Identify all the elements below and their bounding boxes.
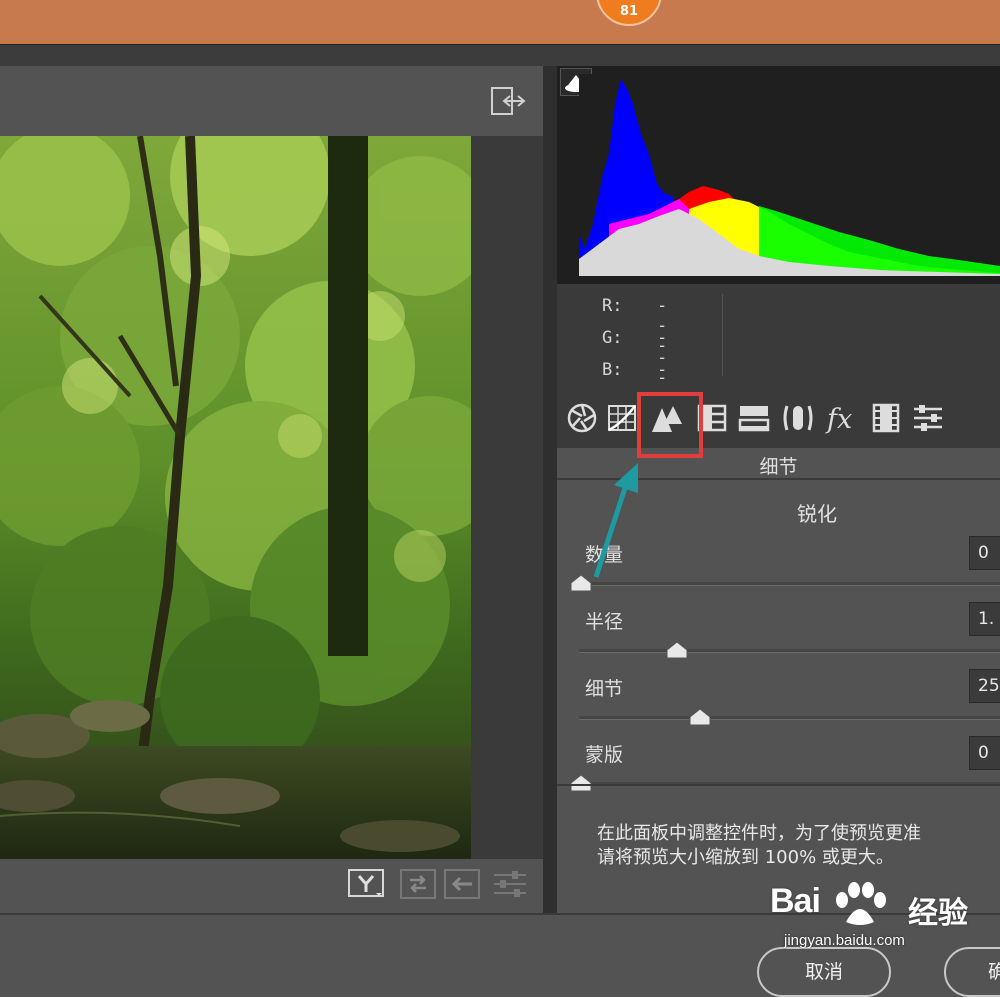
title-bar-shadow bbox=[0, 44, 1000, 67]
detail-slider[interactable] bbox=[579, 716, 1000, 720]
masking-slider-thumb[interactable] bbox=[570, 774, 592, 792]
note-divider bbox=[557, 784, 1000, 786]
detail-slider-thumb[interactable] bbox=[689, 708, 711, 726]
readout-b: B:--- bbox=[602, 360, 668, 420]
copy-icon[interactable] bbox=[444, 869, 480, 899]
detail-label: 细节 bbox=[585, 678, 624, 700]
zoom-hint: 在此面板中调整控件时，为了使预览更准 请将预览大小缩放到 100% 或更大。 bbox=[597, 822, 1000, 870]
radius-slider[interactable] bbox=[579, 649, 1000, 653]
readout-r: R: --- bbox=[602, 296, 668, 356]
presets-icon[interactable] bbox=[911, 402, 945, 434]
toggle-view-icon[interactable] bbox=[490, 86, 528, 116]
preview-panel bbox=[0, 66, 543, 913]
panel-tabs: fx bbox=[557, 388, 1000, 458]
zoom-hint-line1: 在此面板中调整控件时，为了使预览更准 bbox=[597, 823, 921, 844]
title-bar bbox=[0, 0, 1000, 44]
radius-slider-thumb[interactable] bbox=[666, 641, 688, 659]
split-toning-icon[interactable] bbox=[737, 402, 771, 434]
readout-divider bbox=[722, 294, 723, 376]
histogram-graph bbox=[579, 74, 1000, 276]
masking-label: 蒙版 bbox=[585, 744, 624, 766]
fx-icon[interactable]: fx bbox=[825, 402, 859, 435]
settings-sliders-icon[interactable] bbox=[492, 869, 528, 899]
paw-logo-icon bbox=[836, 882, 886, 925]
preview-footer bbox=[0, 859, 543, 913]
masking-value[interactable]: 0 bbox=[969, 736, 1000, 770]
tone-curve-icon[interactable] bbox=[605, 402, 639, 434]
annotation-arrow bbox=[593, 463, 638, 578]
panel-divider[interactable] bbox=[543, 66, 557, 913]
image-preview[interactable] bbox=[0, 136, 543, 859]
swap-icon[interactable] bbox=[400, 869, 436, 899]
baidu-watermark: Bai 经验 jingyan.baidu.com bbox=[770, 880, 1000, 970]
radius-value[interactable]: 1. bbox=[969, 602, 1000, 636]
preview-header bbox=[0, 66, 543, 136]
highlight-annotation bbox=[637, 392, 703, 458]
watermark-suffix: 经验 bbox=[908, 896, 968, 931]
amount-value[interactable]: 0 bbox=[969, 536, 1000, 570]
watermark-brand: Bai bbox=[770, 882, 821, 920]
before-after-y-icon[interactable] bbox=[348, 869, 384, 899]
detail-value[interactable]: 25 bbox=[969, 669, 1000, 703]
zoom-hint-line2: 请将预览大小缩放到 100% 或更大。 bbox=[597, 847, 894, 868]
radius-label: 半径 bbox=[585, 611, 624, 633]
forest-photo bbox=[0, 136, 471, 859]
svg-text:fx: fx bbox=[825, 404, 852, 434]
aperture-icon[interactable] bbox=[565, 402, 599, 434]
camera-calibration-icon[interactable] bbox=[869, 402, 903, 434]
watermark-url: jingyan.baidu.com bbox=[784, 932, 905, 949]
histogram bbox=[557, 66, 1000, 284]
section-title: 锐化 bbox=[797, 502, 837, 526]
readout-g: G: --- bbox=[602, 328, 668, 388]
rgb-readout: R:--- G:--- B:--- bbox=[557, 284, 1000, 420]
lens-icon[interactable] bbox=[781, 402, 815, 434]
